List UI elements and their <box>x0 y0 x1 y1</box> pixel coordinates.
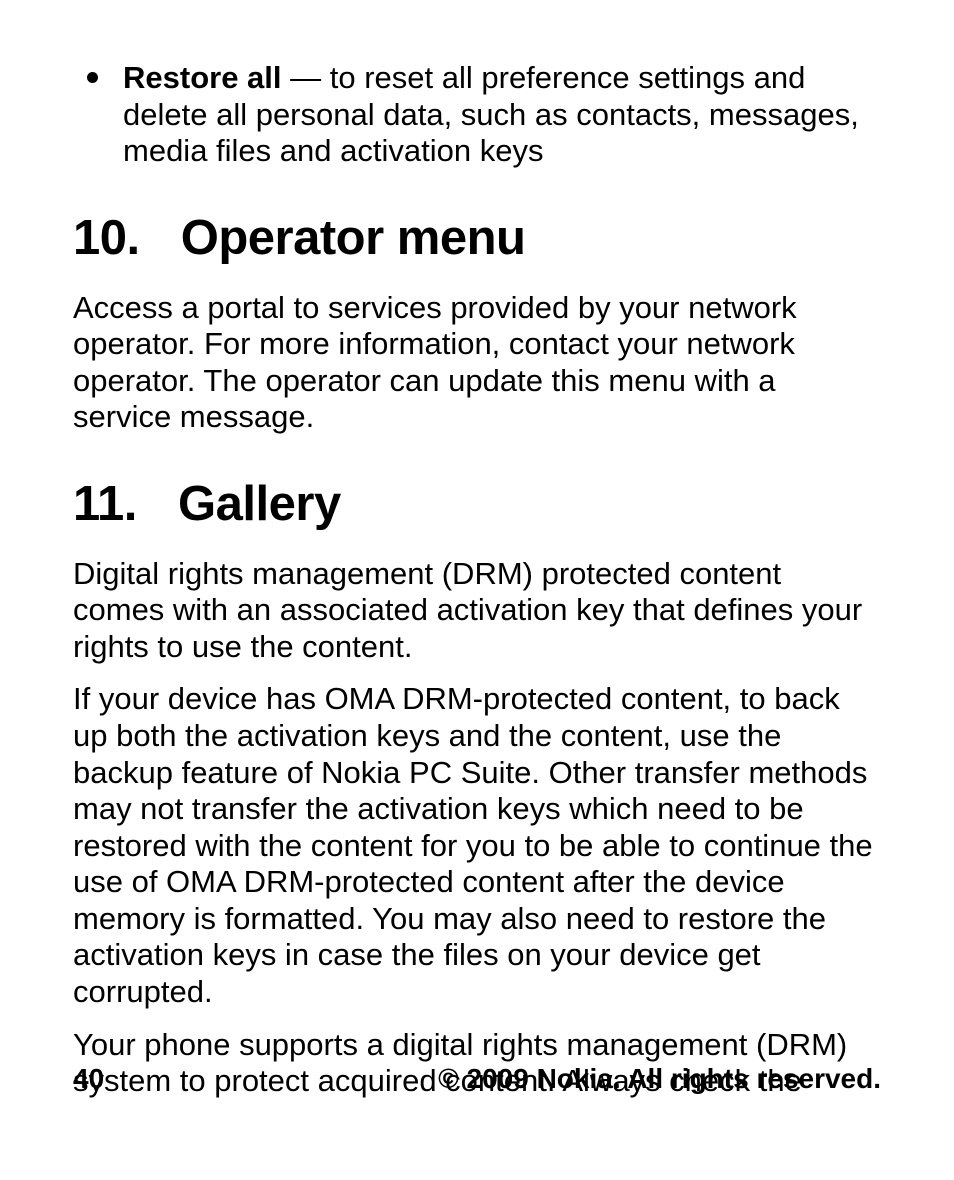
bullet-list: Restore all — to reset all preference se… <box>73 60 881 170</box>
section-heading-10: 10. Operator menu <box>73 210 881 268</box>
page-number: 40 <box>73 1063 104 1095</box>
content-area: Restore all — to reset all preference se… <box>73 60 881 1100</box>
bullet-icon <box>87 72 98 83</box>
section-number: 11. <box>73 476 137 534</box>
paragraph: If your device has OMA DRM-protected con… <box>73 681 881 1010</box>
bullet-lead: Restore all <box>123 60 282 95</box>
paragraph: Access a portal to services provided by … <box>73 290 881 436</box>
section-number: 10. <box>73 210 140 268</box>
page-footer: 40 © 2009 Nokia. All rights reserved. <box>73 1063 881 1095</box>
bullet-sep: — <box>282 60 330 95</box>
list-item: Restore all — to reset all preference se… <box>73 60 881 170</box>
section-title: Operator menu <box>181 210 526 268</box>
paragraph: Digital rights management (DRM) protecte… <box>73 556 881 666</box>
section-heading-11: 11. Gallery <box>73 476 881 534</box>
section-title: Gallery <box>178 476 341 534</box>
copyright: © 2009 Nokia. All rights reserved. <box>438 1063 881 1095</box>
page: Restore all — to reset all preference se… <box>0 0 954 1180</box>
